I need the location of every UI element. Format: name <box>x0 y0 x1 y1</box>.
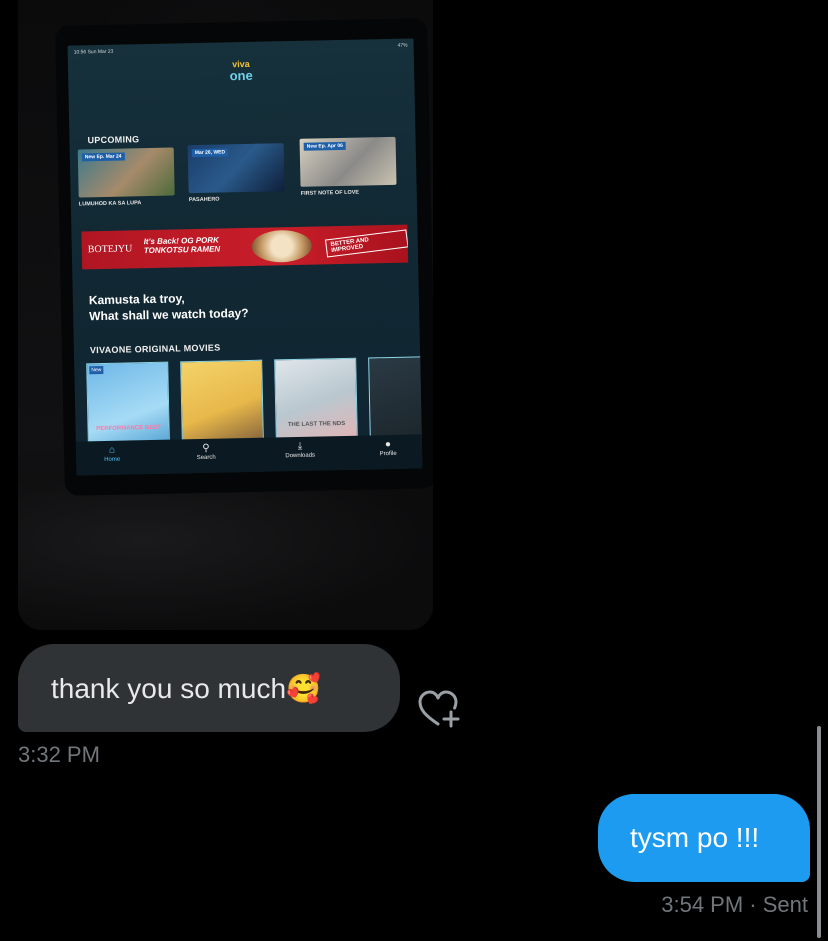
vivaone-logo: viva one <box>68 56 414 85</box>
upcoming-thumbnail: New Ep. Apr 06 <box>299 136 397 187</box>
upcoming-card: New Ep. Mar 24 LUMUHOD KA SA LUPA <box>77 147 175 208</box>
nav-downloads: ⤓ Downloads <box>270 440 330 459</box>
sent-status: · Sent <box>749 892 808 917</box>
upcoming-tag: Mar 26, WED <box>191 148 229 158</box>
sent-meta: 3:54 PM · Sent <box>661 892 808 918</box>
upcoming-card: New Ep. Apr 06 FIRST NOTE OF LOVE <box>299 136 397 197</box>
movie-poster <box>180 359 264 450</box>
bottom-nav: ⌂ Home ⚲ Search ⤓ Downloads ● Profile <box>75 434 423 476</box>
upcoming-tag: New Ep. Mar 24 <box>81 152 125 162</box>
movie-title: PERFORMANCE BEST <box>96 424 161 433</box>
greeting: Kamusta ka troy, What shall we watch tod… <box>89 290 249 325</box>
upcoming-tag: New Ep. Apr 06 <box>303 141 346 151</box>
ad-promo: It's Back! OG PORK TONKOTSU RAMEN <box>143 236 221 256</box>
movies-row: New PERFORMANCE BEST THE LAST THE NDS <box>86 355 423 452</box>
search-icon: ⚲ <box>202 442 210 454</box>
upcoming-caption: PASAHERO <box>188 196 220 204</box>
movie-poster <box>368 355 423 446</box>
photo-message[interactable]: 10:56 Sun Mar 23 47% viva one UPCOMING N… <box>18 0 433 630</box>
sent-message-text: tysm po !!! <box>630 822 760 853</box>
nav-label: Search <box>196 454 216 462</box>
tablet-device: 10:56 Sun Mar 23 47% viva one UPCOMING N… <box>55 18 433 496</box>
scrollbar[interactable] <box>817 726 821 938</box>
upcoming-caption: FIRST NOTE OF LOVE <box>300 189 360 197</box>
nav-search: ⚲ Search <box>176 442 236 461</box>
upcoming-caption: LUMUHOD KA SA LUPA <box>78 200 142 208</box>
ramen-bowl-image <box>251 229 313 263</box>
nav-label: Profile <box>379 450 397 458</box>
home-icon: ⌂ <box>108 444 116 456</box>
sent-timestamp: 3:54 PM <box>661 892 744 917</box>
upcoming-row: New Ep. Mar 24 LUMUHOD KA SA LUPA Mar 26… <box>77 136 409 220</box>
ad-promo-line2: TONKOTSU RAMEN <box>143 244 221 255</box>
download-icon: ⤓ <box>297 440 303 452</box>
upcoming-heading: UPCOMING <box>87 134 140 146</box>
movie-poster: THE LAST THE NDS <box>274 357 358 448</box>
ad-brand: BOTEJYU <box>87 243 133 256</box>
photo-fabric-surface <box>18 480 433 630</box>
movie-poster: New PERFORMANCE BEST <box>86 361 171 452</box>
tablet-screen: 10:56 Sun Mar 23 47% viva one UPCOMING N… <box>67 38 423 476</box>
ad-stamp: BETTER AND IMPROVED <box>324 229 409 258</box>
movie-title: THE LAST THE NDS <box>287 420 346 429</box>
upcoming-thumbnail: New Ep. Mar 24 <box>77 147 175 198</box>
greeting-line2: What shall we watch today? <box>89 305 249 323</box>
received-message-text: thank you so much🥰 <box>51 673 321 704</box>
nav-home: ⌂ Home <box>82 444 142 463</box>
heart-plus-icon <box>418 690 460 728</box>
received-timestamp: 3:32 PM <box>18 742 100 767</box>
status-time: 10:56 Sun Mar 23 <box>73 48 114 56</box>
movie-title <box>373 425 423 427</box>
upcoming-card: Mar 26, WED PASAHERO <box>187 143 285 204</box>
upcoming-thumbnail: Mar 26, WED <box>187 143 285 194</box>
movie-title <box>185 429 261 431</box>
original-movies-heading: VIVAONE ORIGINAL MOVIES <box>89 342 221 356</box>
nav-profile: ● Profile <box>358 438 418 457</box>
profile-icon: ● <box>384 439 392 451</box>
movie-badge: New <box>89 366 104 375</box>
greeting-line1: Kamusta ka troy, <box>88 291 185 308</box>
nav-label: Home <box>104 456 121 464</box>
sent-message-bubble[interactable]: tysm po !!! <box>598 794 810 882</box>
nav-label: Downloads <box>285 452 316 460</box>
ad-banner: BOTEJYU It's Back! OG PORK TONKOTSU RAME… <box>81 224 409 270</box>
add-reaction-button[interactable] <box>418 690 462 730</box>
status-battery: 47% <box>397 42 408 49</box>
received-message-bubble[interactable]: thank you so much🥰 <box>18 644 400 732</box>
